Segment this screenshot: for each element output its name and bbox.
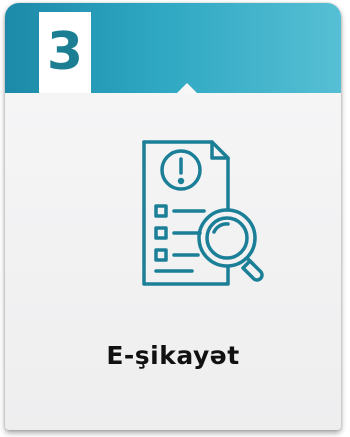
card-title: E-şikayət: [106, 341, 240, 370]
complaint-search-document-icon: [120, 140, 272, 290]
number-badge: 3: [39, 12, 91, 93]
service-card[interactable]: 3 E-şikayət: [5, 3, 341, 430]
header-notch: [176, 83, 198, 94]
card-number: 3: [46, 22, 84, 82]
